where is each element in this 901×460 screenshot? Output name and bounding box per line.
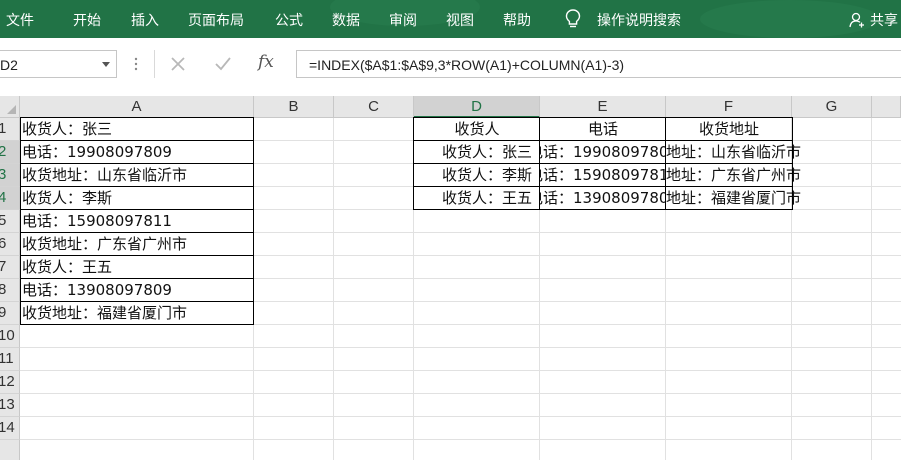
row-header-14[interactable]: 14 <box>0 417 20 440</box>
tab-data[interactable]: 数据 <box>332 10 360 30</box>
table-border-line <box>413 186 793 187</box>
row-header-4[interactable]: 4 <box>0 187 20 210</box>
tell-me-search[interactable]: 操作说明搜索 <box>597 10 681 30</box>
table-border-line <box>413 163 793 164</box>
row-gridline <box>20 370 901 371</box>
row-header-13[interactable]: 13 <box>0 394 20 417</box>
row-header-2[interactable]: 2 <box>0 141 20 164</box>
column-header-f[interactable]: F <box>666 96 792 118</box>
row-gridline <box>20 393 901 394</box>
select-all-corner[interactable] <box>0 96 20 118</box>
tab-insert[interactable]: 插入 <box>131 10 159 30</box>
lightbulb-icon[interactable] <box>565 9 581 29</box>
tab-page-layout[interactable]: 页面布局 <box>188 10 244 30</box>
column-header-b[interactable]: B <box>254 96 334 118</box>
range-border-line <box>20 186 254 187</box>
range-border-line <box>20 163 254 164</box>
range-border-line <box>20 209 254 210</box>
column-gridline <box>333 118 334 460</box>
row-gridline <box>20 416 901 417</box>
ribbon-menu-bar: 文件 开始 插入 页面布局 公式 数据 审阅 视图 帮助 操作说明搜索 共享 <box>0 0 901 38</box>
column-header-c[interactable]: C <box>334 96 414 118</box>
row-header-8[interactable]: 8 <box>0 279 20 302</box>
tab-formulas[interactable]: 公式 <box>275 10 303 30</box>
range-border-a1-a9 <box>20 117 254 325</box>
table-border-line <box>665 117 666 210</box>
tab-home[interactable]: 开始 <box>73 10 101 30</box>
insert-function-icon[interactable]: fx <box>258 52 274 72</box>
row-gridline <box>20 439 901 440</box>
drag-handle-icon[interactable] <box>134 56 138 72</box>
cancel-icon[interactable] <box>168 54 188 74</box>
column-header-g[interactable]: G <box>792 96 872 118</box>
row-header-7[interactable]: 7 <box>0 256 20 279</box>
range-border-line <box>20 232 254 233</box>
name-box[interactable]: D2 <box>0 50 117 78</box>
formula-input[interactable]: =INDEX($A$1:$A$9,3*ROW(A1)+COLUMN(A1)-3) <box>296 50 901 78</box>
name-box-value: D2 <box>0 57 18 73</box>
confirm-icon[interactable] <box>213 54 233 74</box>
person-icon[interactable] <box>849 12 865 28</box>
formula-bar: D2 fx =INDEX($A$1:$A$9,3*ROW(A1)+COLUMN(… <box>0 38 901 97</box>
column-header-d[interactable]: D <box>414 96 540 118</box>
range-border-line <box>20 278 254 279</box>
table-border-line <box>539 117 540 210</box>
row-header-3[interactable]: 3 <box>0 164 20 187</box>
column-header-a[interactable]: A <box>20 96 254 118</box>
chevron-down-icon[interactable] <box>102 62 110 67</box>
tab-view[interactable]: 视图 <box>446 10 474 30</box>
formula-text: =INDEX($A$1:$A$9,3*ROW(A1)+COLUMN(A1)-3) <box>309 57 625 73</box>
tab-help[interactable]: 帮助 <box>503 10 531 30</box>
tab-file[interactable]: 文件 <box>6 10 34 30</box>
row-header-5[interactable]: 5 <box>0 210 20 233</box>
row-header-1[interactable]: 1 <box>0 118 20 141</box>
column-header-e[interactable]: E <box>540 96 666 118</box>
row-gridline <box>20 347 901 348</box>
row-header-11[interactable]: 11 <box>0 348 20 371</box>
range-border-line <box>20 140 254 141</box>
column-header-filler <box>872 96 901 118</box>
select-all-triangle <box>7 105 16 114</box>
tab-review[interactable]: 审阅 <box>389 10 417 30</box>
column-gridline <box>871 118 872 460</box>
row-header-10[interactable]: 10 <box>0 325 20 348</box>
worksheet-grid[interactable]: ABCDEFG1234567891011121314收货人：张三电话：19908… <box>0 96 901 460</box>
row-header-6[interactable]: 6 <box>0 233 20 256</box>
share-button[interactable]: 共享 <box>870 10 898 30</box>
row-header-15 <box>0 440 20 460</box>
row-header-12[interactable]: 12 <box>0 371 20 394</box>
table-border-line <box>413 140 793 141</box>
formula-bar-divider <box>154 50 155 78</box>
row-header-9[interactable]: 9 <box>0 302 20 325</box>
range-border-line <box>20 255 254 256</box>
range-border-line <box>20 301 254 302</box>
